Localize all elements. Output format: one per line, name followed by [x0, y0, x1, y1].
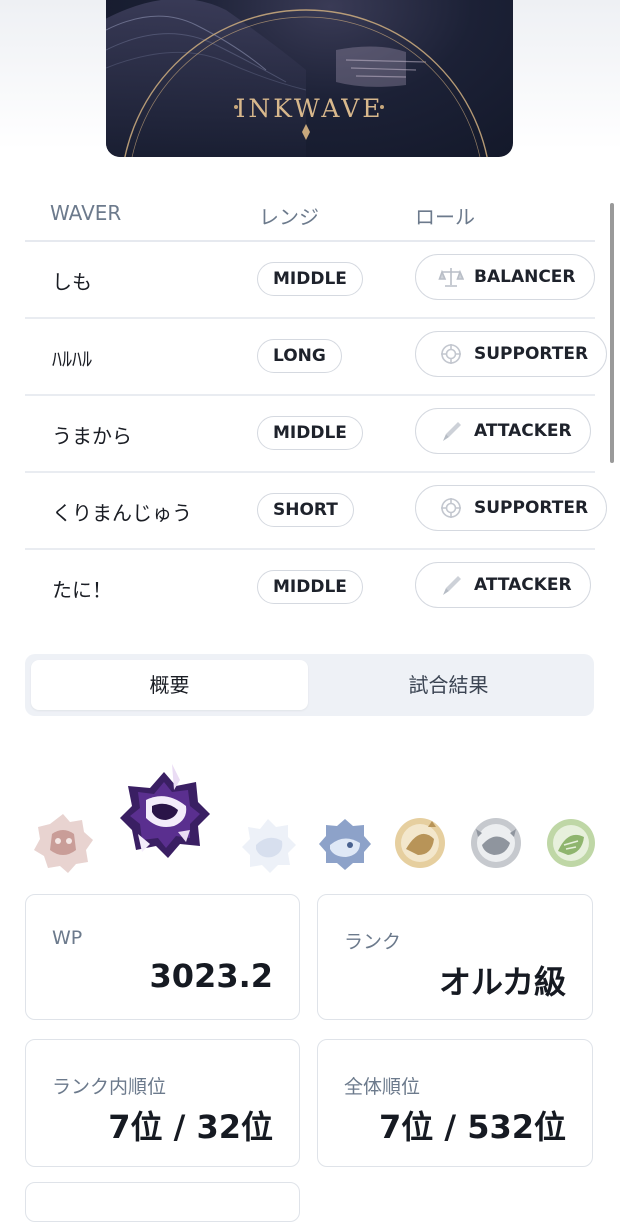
wave-illustration [106, 0, 488, 157]
orca-emblem-icon[interactable] [116, 760, 212, 870]
table-row[interactable]: しも MIDDLE BALANCER [25, 242, 595, 319]
brush-icon [438, 572, 464, 598]
role-label: BALANCER [474, 267, 576, 287]
rose-emblem-icon[interactable] [30, 810, 96, 876]
target-icon [438, 495, 464, 521]
role-label: SUPPORTER [474, 498, 589, 518]
green-emblem-icon[interactable] [544, 815, 596, 871]
overall-position-label: 全体順位 [344, 1076, 421, 1098]
balance-scale-icon [438, 264, 464, 290]
member-name: うまから [52, 424, 132, 448]
wp-label: WP [52, 927, 83, 949]
range-badge: MIDDLE [257, 416, 363, 450]
table-row[interactable]: ﾊﾙﾊﾙ LONG SUPPORTER [25, 319, 608, 396]
tab-bar: 概要 試合結果 [25, 654, 594, 716]
member-table: WAVER レンジ ロール しも MIDDLE BALANCER ﾊﾙﾊﾙ LO… [25, 186, 608, 625]
silver-emblem-icon[interactable] [468, 815, 524, 871]
target-icon [438, 341, 464, 367]
role-badge: SUPPORTER [415, 331, 608, 377]
rank-label: ランク [344, 931, 402, 953]
scrollbar[interactable] [610, 203, 614, 463]
range-badge: MIDDLE [257, 262, 363, 296]
role-label: SUPPORTER [474, 344, 589, 364]
member-name: ﾊﾙﾊﾙ [52, 347, 92, 371]
member-name: くりまんじゅう [52, 501, 192, 525]
role-label: ATTACKER [474, 575, 572, 595]
rank-value: オルカ級 [438, 963, 566, 1001]
rank-card: ランク オルカ級 [317, 894, 593, 1020]
rank-emblem-row [0, 760, 620, 880]
tab-match-results[interactable]: 試合結果 [310, 660, 587, 710]
banner-title: INKWAVE [235, 94, 384, 123]
range-badge: LONG [257, 339, 342, 373]
role-badge: BALANCER [415, 254, 595, 300]
role-badge: ATTACKER [415, 408, 591, 454]
table-row[interactable]: くりまんじゅう SHORT SUPPORTER [25, 473, 608, 550]
role-label: ATTACKER [474, 421, 572, 441]
wp-card: WP 3023.2 [25, 894, 300, 1020]
tab-overview[interactable]: 概要 [31, 660, 308, 710]
rank-position-value: 7位 / 32位 [108, 1108, 273, 1146]
overall-position-value: 7位 / 532位 [378, 1108, 566, 1146]
brush-icon [438, 418, 464, 444]
role-badge: ATTACKER [415, 562, 591, 608]
team-banner: INKWAVE [106, 0, 513, 157]
member-name: たに！ [52, 578, 112, 602]
rank-position-label: ランク内順位 [52, 1076, 167, 1098]
next-stat-card [25, 1182, 300, 1222]
wp-value: 3023.2 [149, 957, 273, 995]
range-badge: MIDDLE [257, 570, 363, 604]
member-name: しも [52, 270, 92, 294]
header-role: ロール [415, 205, 475, 229]
gold-emblem-icon[interactable] [392, 815, 448, 871]
range-badge: SHORT [257, 493, 354, 527]
rank-position-card: ランク内順位 7位 / 32位 [25, 1039, 300, 1167]
role-badge: SUPPORTER [415, 485, 608, 531]
overall-position-card: 全体順位 7位 / 532位 [317, 1039, 593, 1167]
table-header: WAVER レンジ ロール [25, 186, 595, 242]
table-row[interactable]: うまから MIDDLE ATTACKER [25, 396, 595, 473]
blue-emblem-icon[interactable] [316, 815, 374, 873]
table-row[interactable]: たに！ MIDDLE ATTACKER [25, 550, 595, 625]
header-waver: WAVER [50, 201, 122, 225]
white-emblem-icon[interactable] [238, 815, 298, 875]
header-range: レンジ [259, 205, 319, 229]
